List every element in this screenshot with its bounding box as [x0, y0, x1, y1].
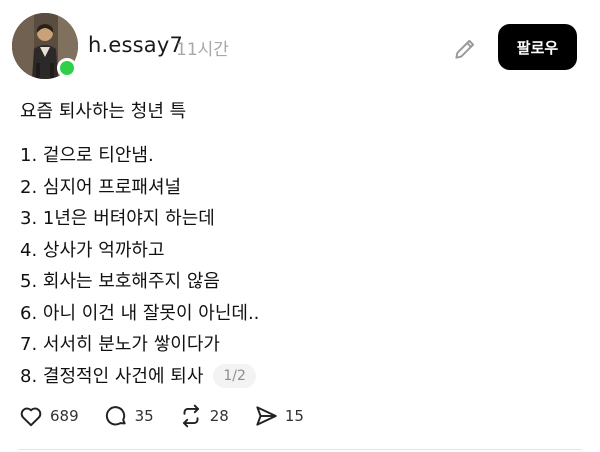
- avatar[interactable]: [12, 13, 78, 79]
- online-status-dot: [57, 58, 77, 78]
- heart-icon: [18, 403, 44, 429]
- repost-count: 28: [209, 407, 229, 425]
- list-item: 7. 서서히 분노가 쌓이다가: [20, 329, 259, 361]
- post-list: 1. 겉으로 티안냄. 2. 심지어 프로패셔널 3. 1년은 버텨야지 하는데…: [20, 140, 259, 392]
- repost-icon: [178, 403, 204, 429]
- list-item: 5. 회사는 보호해주지 않음: [20, 266, 259, 298]
- username-link[interactable]: h.essay7: [88, 33, 183, 57]
- like-count: 689: [50, 407, 79, 425]
- list-item-text: 8. 결정적인 사건에 퇴사: [20, 365, 204, 387]
- list-item-text: 5. 회사는 보호해주지 않음: [20, 271, 220, 292]
- list-item-text: 3. 1년은 버텨야지 하는데: [20, 208, 215, 229]
- list-item-text: 1. 겉으로 티안냄.: [20, 145, 154, 166]
- post-timestamp: 11시간: [176, 40, 229, 60]
- like-button[interactable]: 689: [18, 403, 79, 429]
- list-item: 2. 심지어 프로패셔널: [20, 172, 259, 204]
- page-indicator-badge[interactable]: 1/2: [213, 364, 256, 389]
- send-icon: [253, 403, 279, 429]
- share-button[interactable]: 15: [253, 403, 304, 429]
- share-count: 15: [284, 407, 304, 425]
- comment-count: 35: [134, 407, 154, 425]
- list-item-text: 4. 상사가 억까하고: [20, 239, 165, 261]
- list-item: 8. 결정적인 사건에 퇴사 1/2: [20, 361, 259, 393]
- divider: [18, 449, 582, 450]
- list-item: 1. 겉으로 티안냄.: [20, 140, 259, 172]
- comment-icon: [103, 403, 129, 429]
- follow-button[interactable]: 팔로우: [498, 24, 577, 70]
- list-item-text: 7. 서서히 분노가 쌓이다가: [20, 334, 220, 355]
- repost-button[interactable]: 28: [178, 403, 229, 429]
- comment-button[interactable]: 35: [103, 403, 154, 429]
- list-item-text: 2. 심지어 프로패셔널: [20, 176, 182, 198]
- post-title: 요즘 퇴사하는 청년 특: [20, 101, 187, 122]
- list-item: 3. 1년은 버텨야지 하는데: [20, 203, 259, 235]
- list-item-text: 6. 아니 이건 내 잘못이 아닌데..: [20, 302, 260, 324]
- pencil-icon[interactable]: [452, 36, 478, 62]
- list-item: 6. 아니 이건 내 잘못이 아닌데..: [20, 298, 259, 330]
- action-bar: 689 35 28 15: [18, 403, 328, 429]
- post-card: h.essay7 11시간 팔로우 요즘 퇴사하는 청년 특 1. 겉으로 티안…: [0, 0, 600, 452]
- list-item: 4. 상사가 억까하고: [20, 235, 259, 267]
